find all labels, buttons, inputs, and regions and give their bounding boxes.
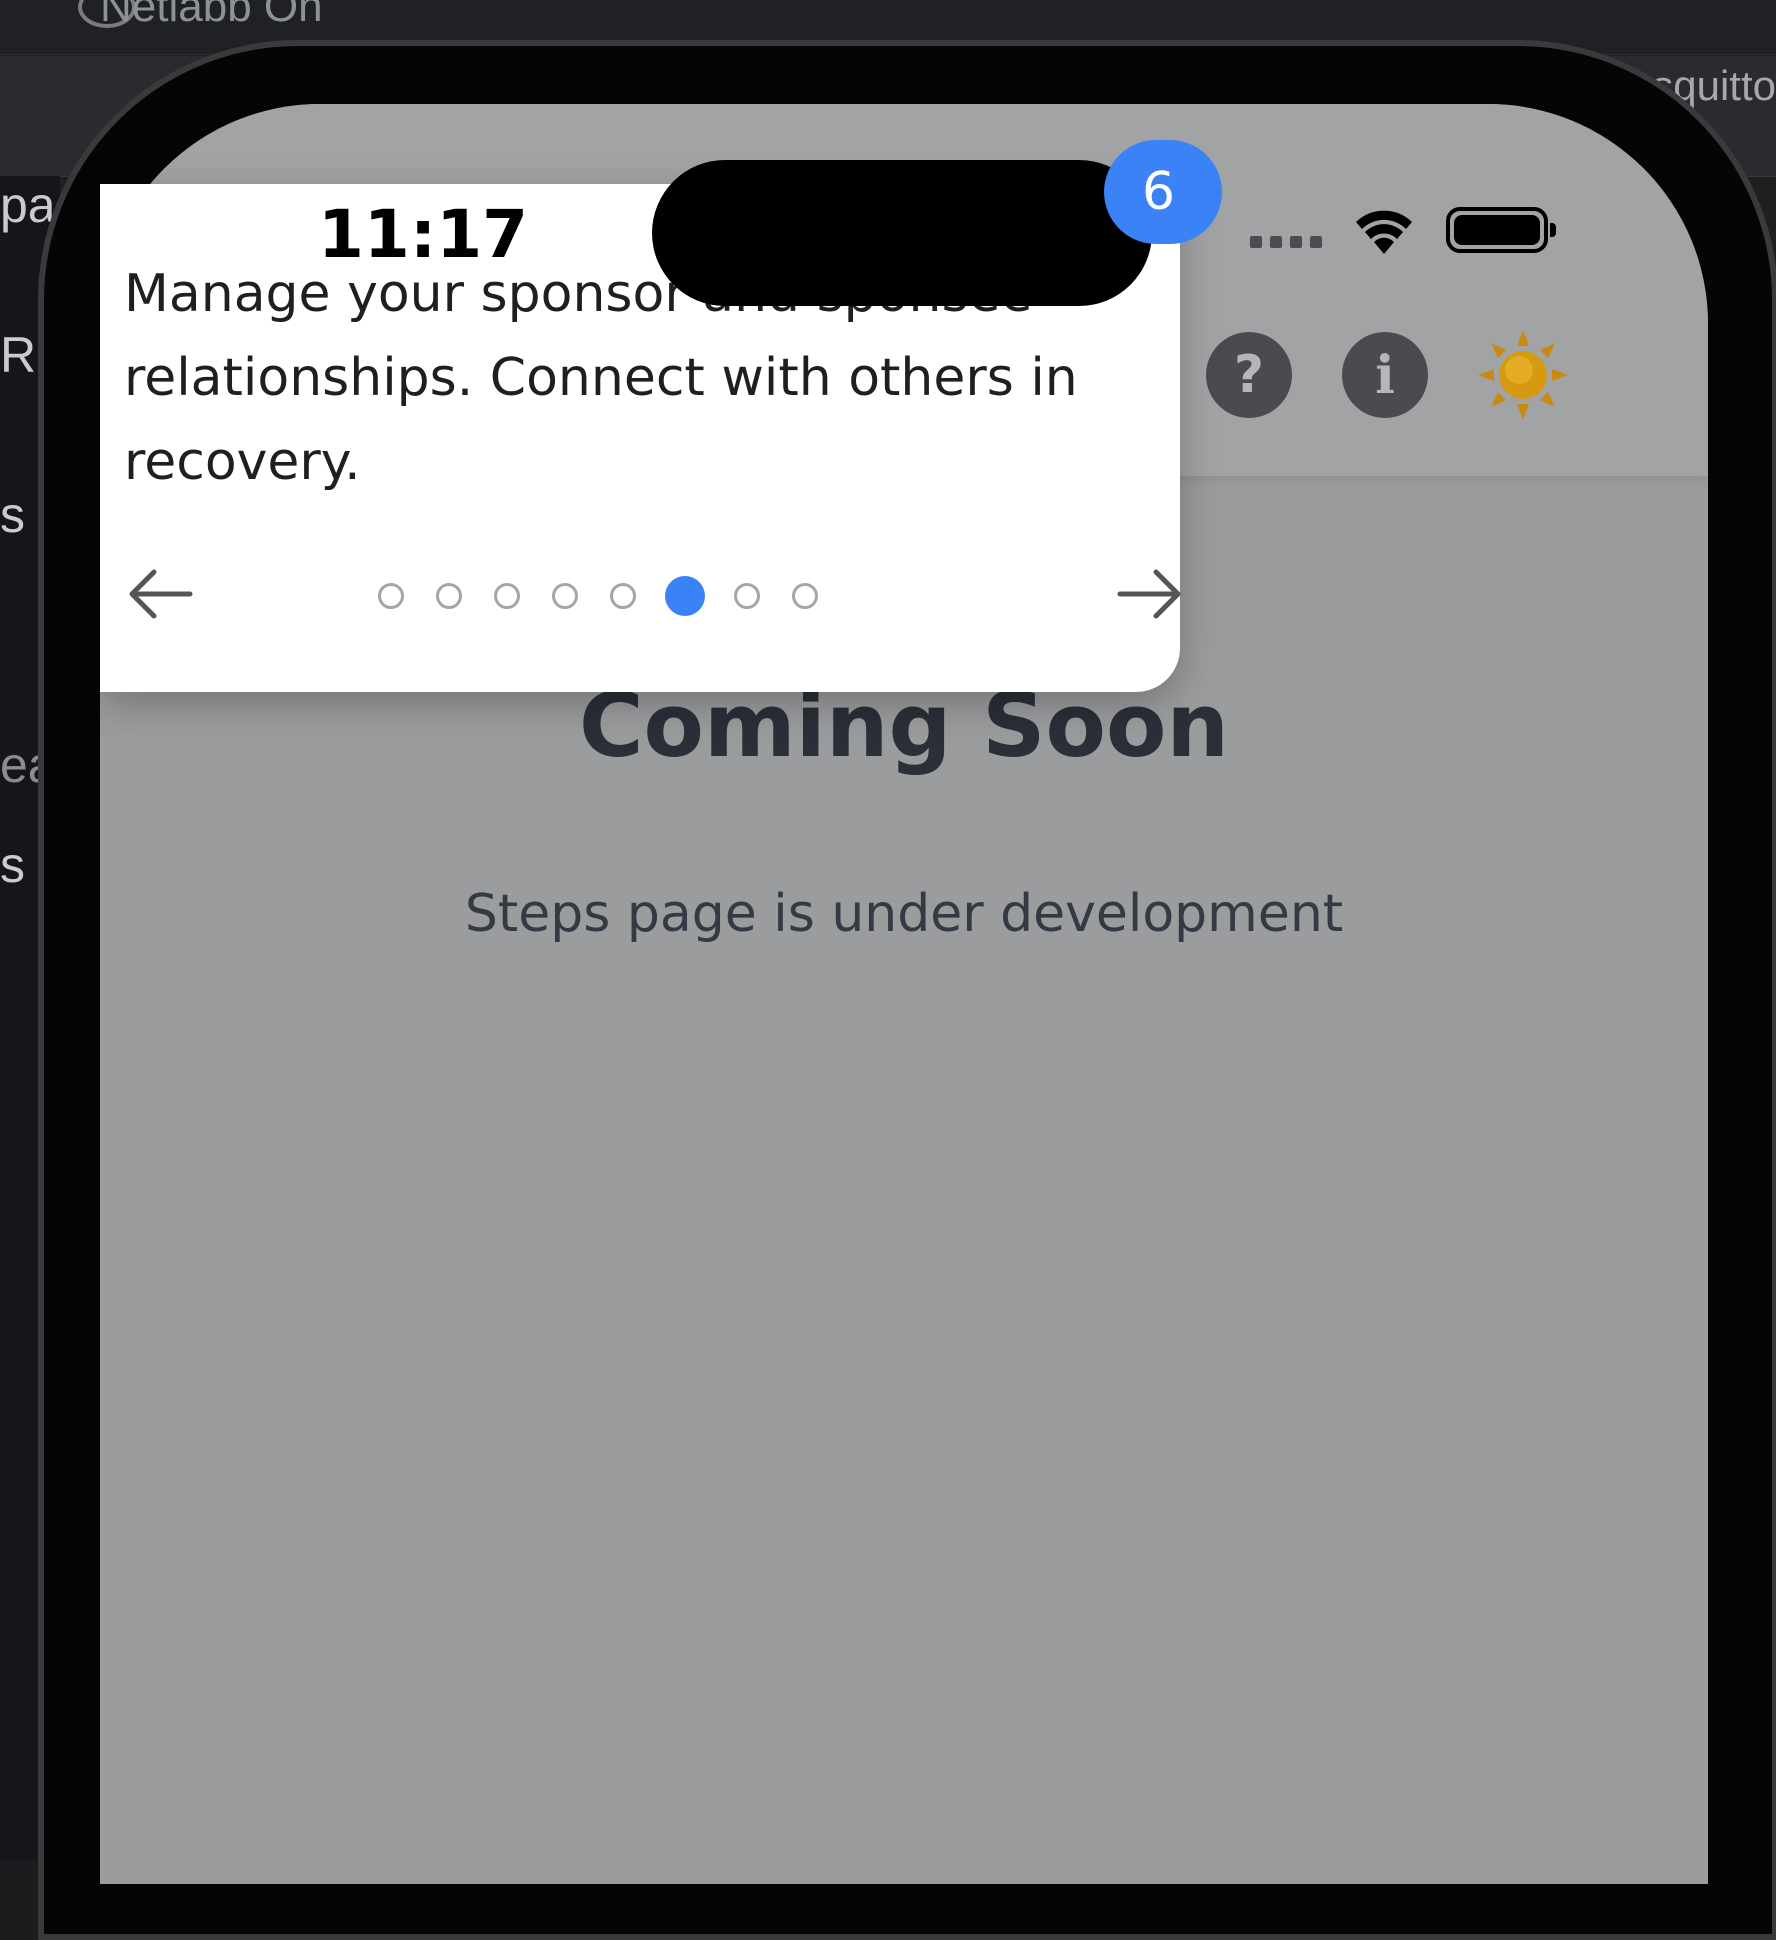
help-icon[interactable]: ? [1206,332,1292,418]
sidebar-fragment: s [0,487,25,543]
tour-step-dot[interactable] [436,583,462,609]
tour-step-indicator [378,576,818,616]
tour-step-dot[interactable] [552,583,578,609]
cellular-signal-icon [1250,212,1322,248]
sidebar-fragment: pa [0,177,56,233]
tour-next-button[interactable] [1110,554,1190,634]
tour-step-dot-active[interactable] [665,576,705,616]
header-actions: ? i [1206,330,1568,420]
status-bar-right [1250,204,1556,256]
tour-step-dot[interactable] [610,583,636,609]
tour-step-badge: 6 [1104,140,1222,244]
tour-step-dot[interactable] [734,583,760,609]
desktop-window-title: Netlabb On [100,0,323,31]
status-bar-time: 11:17 [318,196,529,273]
tour-previous-button[interactable] [120,554,200,634]
sun-icon[interactable] [1478,330,1568,420]
wifi-icon [1356,210,1412,254]
page-subtitle: Steps page is under development [464,884,1344,944]
tour-step-dot[interactable] [378,583,404,609]
dynamic-island [652,160,1152,306]
arrow-left-icon [129,569,193,619]
sidebar-fragment: R [0,327,37,383]
info-icon[interactable]: i [1342,332,1428,418]
tour-step-dot[interactable] [494,583,520,609]
tour-step-dot[interactable] [792,583,818,609]
arrow-right-icon [1117,569,1181,619]
sidebar-fragment: s [0,837,25,893]
battery-icon [1446,207,1556,253]
